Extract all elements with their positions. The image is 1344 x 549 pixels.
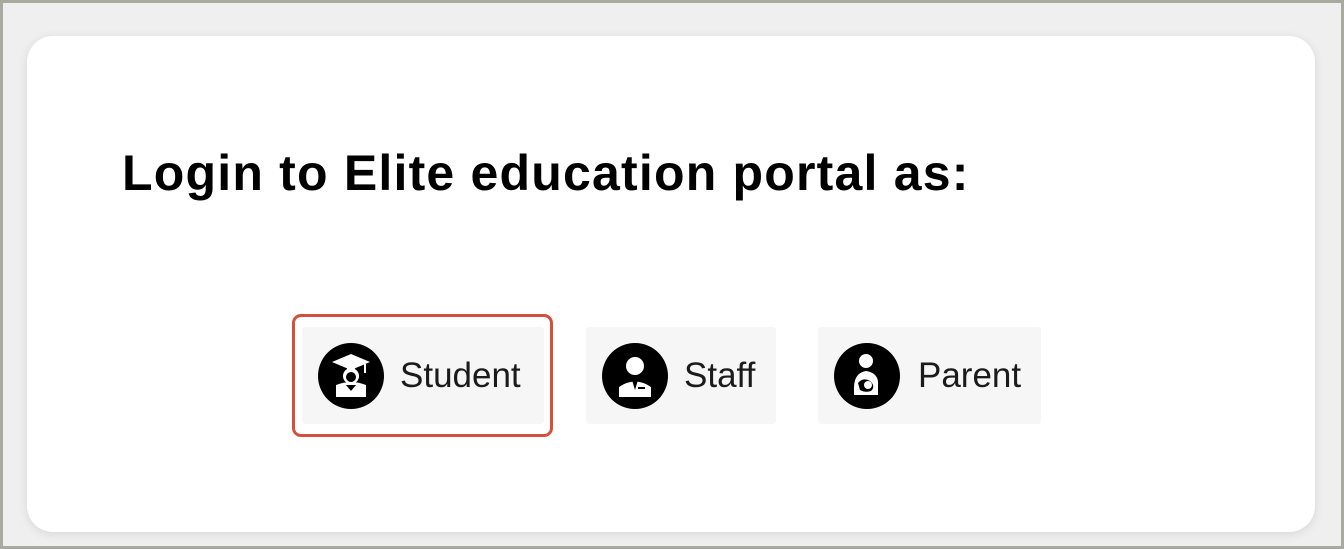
parent-child-icon bbox=[834, 342, 900, 409]
parent-role-label: Parent bbox=[918, 355, 1022, 395]
staff-role-label: Staff bbox=[684, 355, 756, 395]
student-role-button[interactable]: Student bbox=[302, 327, 544, 424]
page-title: Login to Elite education portal as: bbox=[122, 145, 970, 201]
staff-role-button[interactable]: Staff bbox=[586, 327, 776, 424]
login-card: Login to Elite education portal as: Stud bbox=[27, 36, 1315, 532]
window-frame: Login to Elite education portal as: Stud bbox=[0, 0, 1344, 549]
parent-role-button[interactable]: Parent bbox=[818, 327, 1041, 424]
student-role-label: Student bbox=[400, 355, 521, 395]
staff-person-icon bbox=[602, 342, 668, 409]
graduate-icon bbox=[318, 342, 384, 409]
